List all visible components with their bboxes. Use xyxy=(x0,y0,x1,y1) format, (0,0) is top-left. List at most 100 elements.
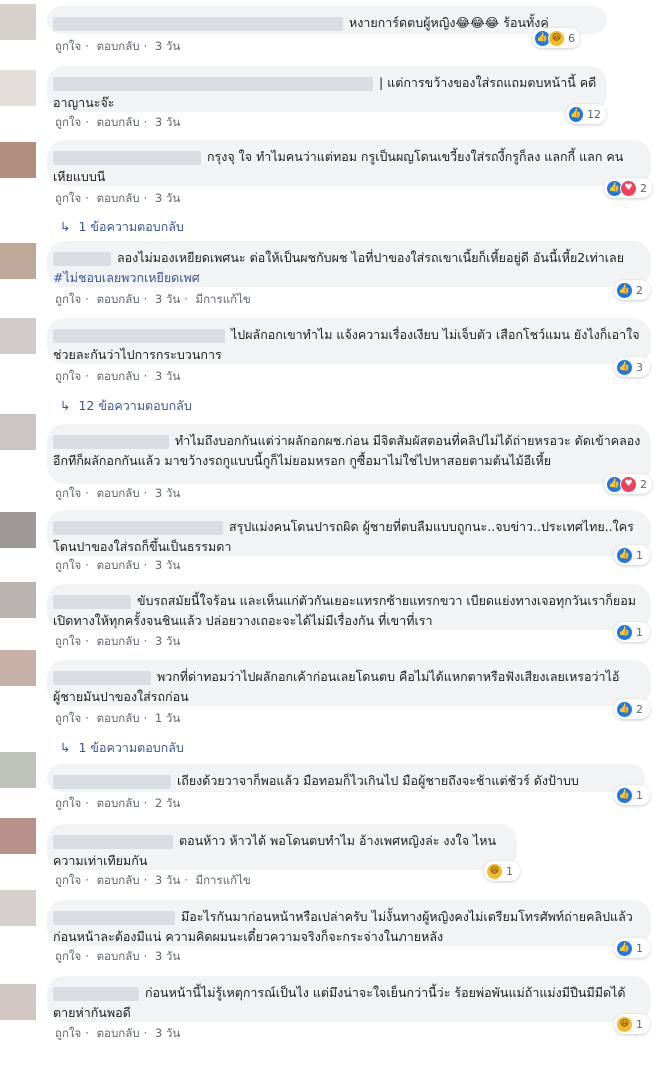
like-link[interactable]: ถูกใจ xyxy=(55,949,81,963)
reaction-summary[interactable]: 👍 3 xyxy=(614,357,650,377)
reply-link[interactable]: ตอบกลับ xyxy=(97,873,140,887)
reply-link[interactable]: ตอบกลับ xyxy=(97,558,140,572)
comment-actions: ถูกใจ · ตอบกลับ · 3 วัน xyxy=(55,634,181,648)
commenter-name-redacted[interactable] xyxy=(53,834,173,849)
reply-link[interactable]: ตอบกลับ xyxy=(97,191,140,205)
reply-link[interactable]: ตอบกลับ xyxy=(97,1026,140,1040)
timestamp[interactable]: 3 วัน xyxy=(155,369,180,383)
hashtag-link[interactable]: #ไม่ชอบเลยพวกเหยียดเพศ xyxy=(53,270,200,285)
reaction-summary[interactable]: 👍 ♥ 2 xyxy=(604,474,652,494)
reply-link[interactable]: ตอบกลับ xyxy=(97,39,140,53)
reply-link[interactable]: ตอบกลับ xyxy=(97,486,140,500)
view-replies-link[interactable]: ↳ 1 ข้อความตอบกลับ xyxy=(60,738,184,758)
commenter-name-redacted[interactable] xyxy=(53,594,131,609)
reply-arrow-icon: ↳ xyxy=(60,398,71,413)
comment-text: ขับรถสมัยนี้ใจร้อน และเห็นแก่ตัวกันเยอะแ… xyxy=(53,593,636,628)
reaction-summary[interactable]: 👍 12 xyxy=(566,104,606,124)
like-link[interactable]: ถูกใจ xyxy=(55,191,81,205)
comment-bubble: เถียงด้วยวาจาก็พอแล้ว มือทอมก็ไวเกินไป ม… xyxy=(47,764,645,792)
reply-link[interactable]: ตอบกลับ xyxy=(97,711,140,725)
commenter-name-redacted[interactable] xyxy=(53,328,225,343)
view-replies-link[interactable]: ↳ 1 ข้อความตอบกลับ xyxy=(60,217,184,237)
like-icon: 👍 xyxy=(616,358,633,376)
reaction-summary[interactable]: 👍 2 xyxy=(614,280,650,300)
avatar[interactable] xyxy=(0,70,36,106)
like-link[interactable]: ถูกใจ xyxy=(55,369,81,383)
reaction-summary[interactable]: 👍 1 xyxy=(614,938,650,958)
avatar[interactable] xyxy=(0,984,36,1020)
commenter-name-redacted[interactable] xyxy=(53,434,169,449)
view-replies-link[interactable]: ↳ 12 ข้อความตอบกลับ xyxy=(60,396,192,416)
love-icon: ♥ xyxy=(620,179,637,197)
avatar[interactable] xyxy=(0,142,36,178)
like-link[interactable]: ถูกใจ xyxy=(55,796,81,810)
commenter-name-redacted[interactable] xyxy=(53,670,151,685)
edited-label[interactable]: มีการแก้ไข xyxy=(196,873,251,887)
avatar[interactable] xyxy=(0,890,36,926)
reply-link[interactable]: ตอบกลับ xyxy=(97,949,140,963)
timestamp[interactable]: 3 วัน xyxy=(155,39,180,53)
edited-label[interactable]: มีการแก้ไข xyxy=(196,292,251,306)
reply-link[interactable]: ตอบกลับ xyxy=(97,796,140,810)
like-link[interactable]: ถูกใจ xyxy=(55,39,81,53)
commenter-name-redacted[interactable] xyxy=(53,150,201,165)
commenter-name-redacted[interactable] xyxy=(53,910,175,925)
like-link[interactable]: ถูกใจ xyxy=(55,486,81,500)
reply-arrow-icon: ↳ xyxy=(60,219,71,234)
commenter-name-redacted[interactable] xyxy=(53,774,171,789)
comment-actions: ถูกใจ · ตอบกลับ · 3 วัน xyxy=(55,39,181,53)
avatar[interactable] xyxy=(0,818,36,854)
reaction-summary[interactable]: 😆 1 xyxy=(484,861,520,881)
timestamp[interactable]: 3 วัน xyxy=(155,949,180,963)
like-link[interactable]: ถูกใจ xyxy=(55,558,81,572)
avatar[interactable] xyxy=(0,752,36,788)
reaction-summary[interactable]: 👍 😆 6 xyxy=(532,28,580,48)
timestamp[interactable]: 3 วัน xyxy=(155,191,180,205)
reply-link[interactable]: ตอบกลับ xyxy=(97,369,140,383)
avatar[interactable] xyxy=(0,512,36,548)
reaction-summary[interactable]: 👍 2 xyxy=(614,699,650,719)
timestamp[interactable]: 3 วัน xyxy=(155,558,180,572)
timestamp[interactable]: 3 วัน xyxy=(155,1026,180,1040)
avatar[interactable] xyxy=(0,243,36,279)
comment-actions: ถูกใจ · ตอบกลับ · 3 วัน xyxy=(55,191,181,205)
avatar[interactable] xyxy=(0,650,36,686)
timestamp[interactable]: 3 วัน xyxy=(155,486,180,500)
avatar[interactable] xyxy=(0,582,36,618)
reaction-summary[interactable]: 👍 ♥ 2 xyxy=(604,178,652,198)
like-link[interactable]: ถูกใจ xyxy=(55,634,81,648)
timestamp[interactable]: 3 วัน xyxy=(155,115,180,129)
reply-link[interactable]: ตอบกลับ xyxy=(97,634,140,648)
timestamp[interactable]: 3 วัน xyxy=(155,634,180,648)
reply-link[interactable]: ตอบกลับ xyxy=(97,115,140,129)
reaction-summary[interactable]: 👍 1 xyxy=(614,545,650,565)
comment-actions: ถูกใจ · ตอบกลับ · 3 วัน xyxy=(55,115,181,129)
reaction-summary[interactable]: 👍 1 xyxy=(614,785,650,805)
reaction-summary[interactable]: 👍 1 xyxy=(614,622,650,642)
like-icon: 👍 xyxy=(616,281,633,299)
timestamp[interactable]: 2 วัน xyxy=(155,796,180,810)
like-link[interactable]: ถูกใจ xyxy=(55,1026,81,1040)
commenter-name-redacted[interactable] xyxy=(53,76,373,91)
commenter-name-redacted[interactable] xyxy=(53,251,111,266)
comment-bubble: | แต่การขว้างของใส่รถแถมตบหน้านี้ คดีอาญ… xyxy=(47,66,607,112)
like-link[interactable]: ถูกใจ xyxy=(55,873,81,887)
like-link[interactable]: ถูกใจ xyxy=(55,292,81,306)
reaction-summary[interactable]: 😆 1 xyxy=(614,1014,650,1034)
like-icon: 👍 xyxy=(616,623,633,641)
reply-link[interactable]: ตอบกลับ xyxy=(97,292,140,306)
like-link[interactable]: ถูกใจ xyxy=(55,711,81,725)
commenter-name-redacted[interactable] xyxy=(53,16,343,31)
timestamp[interactable]: 3 วัน xyxy=(155,873,180,887)
comment-text: เถียงด้วยวาจาก็พอแล้ว มือทอมก็ไวเกินไป ม… xyxy=(176,773,579,788)
avatar[interactable] xyxy=(0,318,36,354)
comment-actions: ถูกใจ · ตอบกลับ · 3 วัน · มีการแก้ไข xyxy=(55,292,251,306)
comment-bubble: ตอนห้าว ห้าวได้ พอโดนตบทำไม อ้างเพศหญิงล… xyxy=(47,824,517,870)
commenter-name-redacted[interactable] xyxy=(53,986,139,1001)
avatar[interactable] xyxy=(0,414,36,450)
timestamp[interactable]: 3 วัน xyxy=(155,292,180,306)
like-link[interactable]: ถูกใจ xyxy=(55,115,81,129)
commenter-name-redacted[interactable] xyxy=(53,520,223,535)
avatar[interactable] xyxy=(0,4,36,40)
timestamp[interactable]: 1 วัน xyxy=(155,711,180,725)
